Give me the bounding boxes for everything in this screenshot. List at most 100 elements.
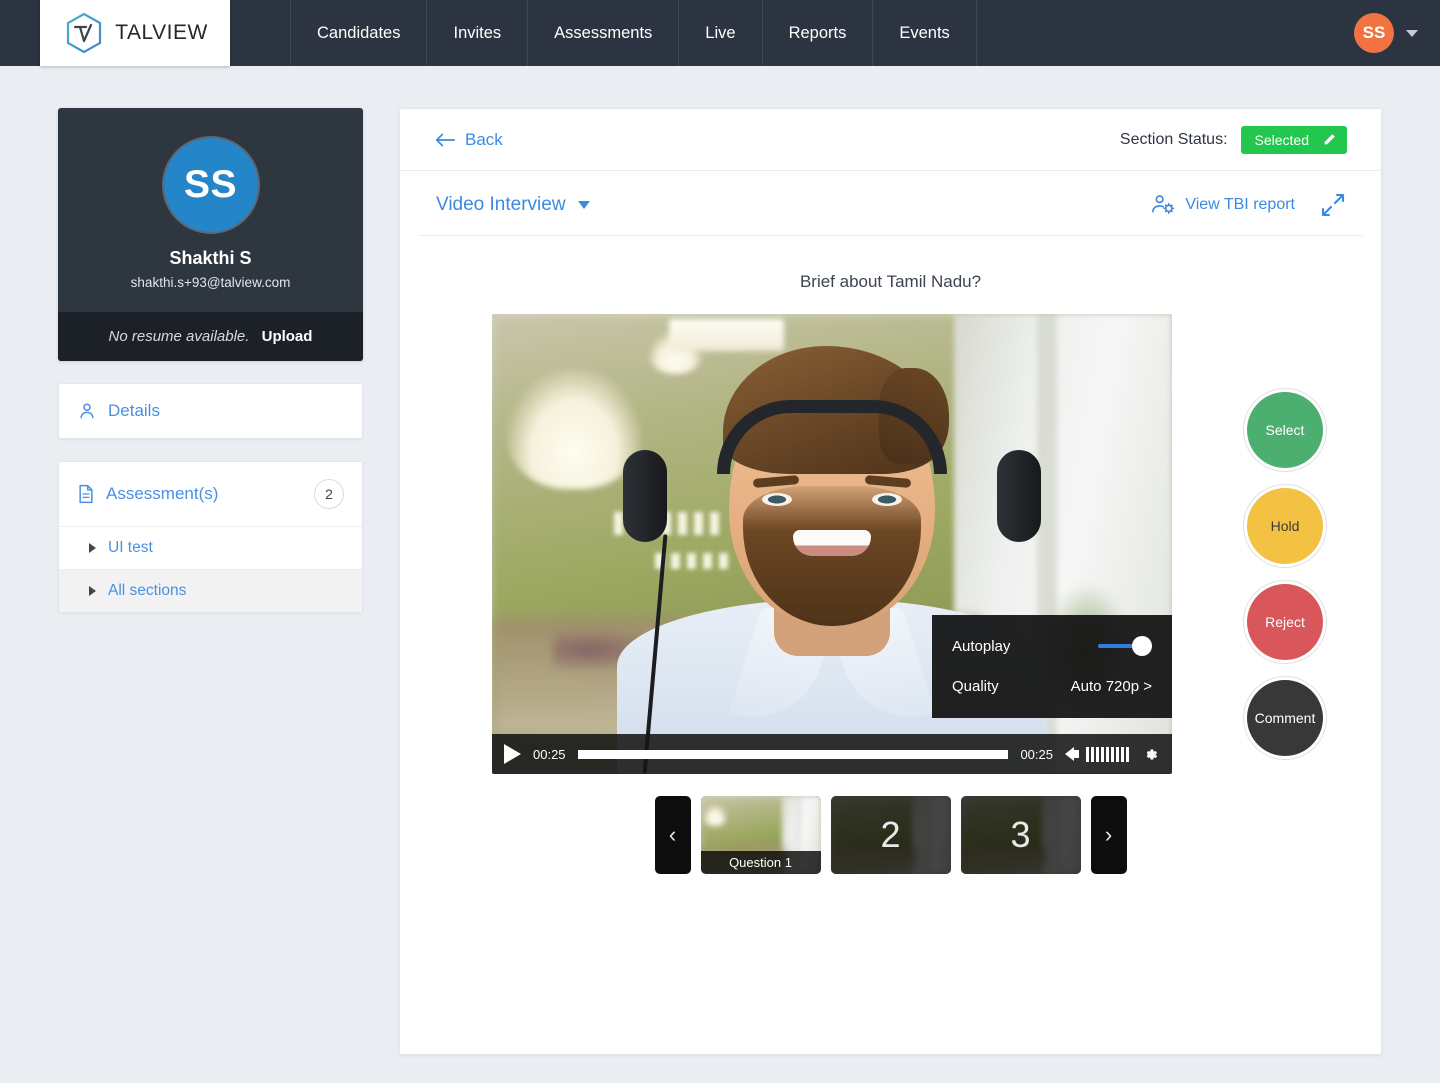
- headphone-cup: [997, 450, 1041, 542]
- person-eye: [872, 493, 902, 506]
- play-icon[interactable]: [504, 744, 521, 764]
- video-controls: 00:25 00:25: [492, 734, 1172, 774]
- thumbnail-question-3[interactable]: 3: [960, 796, 1081, 874]
- nav-label: Reports: [788, 23, 847, 42]
- triangle-right-icon: [89, 586, 96, 596]
- main-header: Back Section Status: Selected: [400, 109, 1381, 171]
- quality-value: Auto 720p >: [1070, 678, 1152, 695]
- candidate-profile-card: SS Shakthi S shakthi.s+93@talview.com No…: [58, 108, 363, 361]
- autoplay-row: Autoplay: [952, 629, 1152, 663]
- person-gear-icon: [1152, 195, 1175, 214]
- speaker-icon[interactable]: [1065, 747, 1079, 761]
- section-header: Video Interview View TBI report: [418, 171, 1363, 236]
- upload-resume-button[interactable]: Upload: [262, 328, 313, 345]
- nav-item-live[interactable]: Live: [679, 0, 763, 66]
- back-label: Back: [465, 129, 503, 149]
- nav-label: Events: [899, 23, 950, 42]
- resume-status-bar: No resume available. Upload: [58, 312, 363, 361]
- autoplay-toggle[interactable]: [1098, 636, 1152, 656]
- expand-arrows-icon[interactable]: [1321, 193, 1345, 217]
- candidate-avatar: SS: [161, 136, 260, 234]
- avatar[interactable]: SS: [1354, 13, 1394, 53]
- nav-label: Live: [705, 23, 736, 42]
- resume-status-text: No resume available.: [108, 328, 250, 345]
- section-type-dropdown[interactable]: Video Interview: [436, 194, 590, 216]
- toggle-knob: [1132, 636, 1152, 656]
- video-player[interactable]: Autoplay Quality Auto 720p > 00:25 00:25: [492, 314, 1172, 774]
- headphone-cup: [623, 450, 667, 542]
- elapsed-time: 00:25: [533, 746, 566, 762]
- total-time: 00:25: [1020, 746, 1053, 762]
- thumbnail-number: 3: [1010, 814, 1031, 855]
- thumbnail-question-1[interactable]: Question 1: [700, 796, 821, 874]
- profile-body: SS Shakthi S shakthi.s+93@talview.com: [58, 108, 363, 312]
- assessments-count-badge: 2: [314, 479, 344, 509]
- scene-ceiling-light: [668, 318, 785, 351]
- sidebar-item-ui-test[interactable]: UI test: [59, 526, 362, 569]
- caret-down-icon: [577, 201, 590, 209]
- talview-hexagon-logo-icon: [67, 12, 102, 54]
- sub-item-label: UI test: [108, 539, 153, 556]
- thumbnail-caption: Question 1: [700, 851, 821, 874]
- person-eye: [762, 493, 792, 506]
- hold-button[interactable]: Hold: [1247, 488, 1323, 564]
- sidebar-item-assessments[interactable]: Assessment(s) 2: [59, 462, 362, 526]
- headphone-band: [717, 400, 947, 474]
- nav-item-reports[interactable]: Reports: [763, 0, 874, 66]
- page-body: SS Shakthi S shakthi.s+93@talview.com No…: [0, 66, 1440, 1055]
- sidebar-item-details[interactable]: Details: [59, 384, 362, 438]
- thumbnails-next-button[interactable]: ›: [1090, 796, 1127, 874]
- details-label: Details: [108, 401, 160, 420]
- main-content-card: Back Section Status: Selected Video Inte…: [399, 108, 1382, 1055]
- thumbnail-number: 2: [880, 814, 901, 855]
- reject-label: Reject: [1265, 614, 1305, 630]
- candidate-name: Shakthi S: [169, 248, 252, 268]
- nav-item-candidates[interactable]: Candidates: [290, 0, 428, 66]
- select-label: Select: [1265, 422, 1305, 438]
- quality-row[interactable]: Quality Auto 720p >: [952, 671, 1152, 702]
- sub-item-label: All sections: [108, 582, 187, 599]
- progress-bar[interactable]: [577, 749, 1009, 759]
- chevron-down-icon[interactable]: [1406, 29, 1418, 37]
- thumbnails-prev-button[interactable]: ‹: [654, 796, 691, 874]
- status-badge[interactable]: Selected: [1240, 125, 1347, 154]
- pencil-icon: [1324, 134, 1335, 145]
- hold-label: Hold: [1270, 518, 1300, 534]
- brand-name: TALVIEW: [115, 21, 208, 44]
- nav-label: Invites: [453, 23, 502, 42]
- person-mouth: [793, 530, 871, 556]
- select-button[interactable]: Select: [1247, 392, 1323, 468]
- nav-item-events[interactable]: Events: [873, 0, 977, 66]
- nav-label: Assessments: [554, 23, 653, 42]
- person-icon: [80, 403, 94, 419]
- autoplay-label: Autoplay: [952, 637, 1011, 655]
- gear-icon[interactable]: [1141, 745, 1160, 764]
- chevron-right-icon: ›: [1104, 822, 1113, 847]
- section-actions: View TBI report: [1151, 193, 1345, 217]
- arrow-left-icon: [435, 133, 456, 146]
- quality-label: Quality: [952, 678, 999, 695]
- section-type-label: Video Interview: [436, 194, 566, 215]
- comment-button[interactable]: Comment: [1247, 680, 1323, 756]
- thumbnail-question-2[interactable]: 2: [830, 796, 951, 874]
- nav-item-invites[interactable]: Invites: [427, 0, 529, 66]
- candidate-email: shakthi.s+93@talview.com: [130, 275, 291, 290]
- reject-button[interactable]: Reject: [1247, 584, 1323, 660]
- view-tbi-report-button[interactable]: View TBI report: [1151, 194, 1295, 216]
- assessments-label: Assessment(s): [106, 484, 219, 503]
- nav-item-assessments[interactable]: Assessments: [528, 0, 680, 66]
- video-settings-popup: Autoplay Quality Auto 720p >: [932, 615, 1172, 718]
- question-thumbnail-strip: ‹ Question 1 2 3 ›: [400, 796, 1381, 874]
- brand-logo[interactable]: TALVIEW: [40, 0, 230, 66]
- top-navigation-bar: TALVIEW Candidates Invites Assessments L…: [0, 0, 1440, 66]
- back-button[interactable]: Back: [434, 130, 503, 150]
- status-badge-label: Selected: [1254, 131, 1309, 148]
- chevron-left-icon: ‹: [668, 822, 677, 847]
- user-menu[interactable]: SS: [1354, 0, 1440, 66]
- decision-actions: Select Hold Reject Comment: [1247, 314, 1323, 756]
- tbi-report-label: View TBI report: [1185, 196, 1295, 213]
- volume-slider[interactable]: [1086, 746, 1129, 762]
- assessments-panel: Assessment(s) 2 UI test All sections: [58, 461, 363, 613]
- video-row: Autoplay Quality Auto 720p > 00:25 00:25…: [400, 314, 1381, 774]
- sidebar-item-all-sections[interactable]: All sections: [59, 569, 362, 612]
